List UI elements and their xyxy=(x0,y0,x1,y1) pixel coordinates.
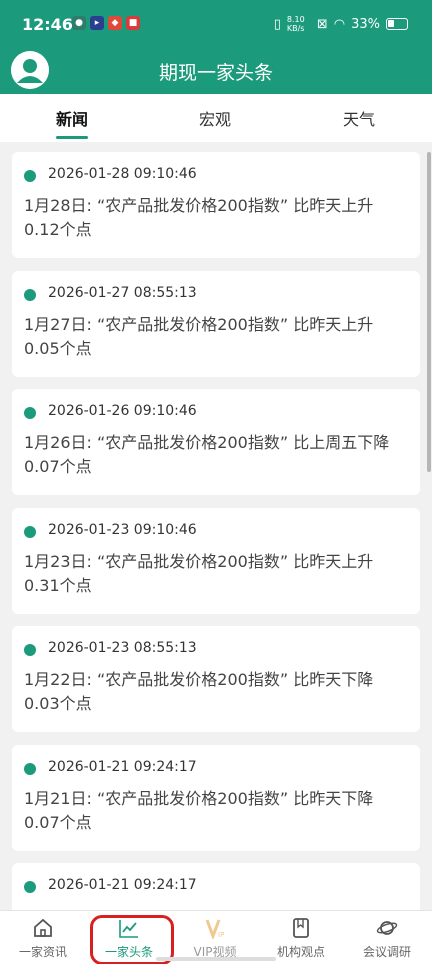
net-speed: 8.10 KB/s xyxy=(286,15,305,33)
news-text: 1月23日: “农产品批发价格200指数” 比昨天上升0.31个点 xyxy=(24,552,374,595)
news-card[interactable]: 2026-01-28 09:10:46 1月28日: “农产品批发价格200指数… xyxy=(12,152,420,258)
status-bar: 12:46 ● ▸ ◆ ■ ▯ 8.10 KB/s ⊠ ◠ 33% xyxy=(0,0,432,48)
news-card[interactable]: 2026-01-21 09:24:17 1月21日: “农产品批发价格200指数… xyxy=(12,745,420,851)
bullet-dot xyxy=(24,170,36,182)
news-time: 2026-01-23 09:10:46 xyxy=(48,522,197,538)
sim-icon: ⊠ xyxy=(316,16,328,32)
home-icon xyxy=(34,918,52,937)
bullet-dot xyxy=(24,881,36,893)
nav-label: 一家资讯 xyxy=(18,945,67,959)
news-time: 2026-01-21 09:24:17 xyxy=(48,759,197,775)
bullet-dot xyxy=(24,526,36,538)
home-indicator xyxy=(156,957,276,961)
planet-icon xyxy=(376,921,398,935)
app-icon-3: ◆ xyxy=(108,16,122,30)
nav-item-news[interactable]: 一家资讯 xyxy=(0,911,86,964)
app-bar: 期现一家头条 xyxy=(0,48,432,94)
news-time: 2026-01-21 09:24:17 xyxy=(48,877,197,893)
vip-icon: IP xyxy=(205,919,224,939)
app-icon-2: ▸ xyxy=(90,16,104,30)
news-time: 2026-01-28 09:10:46 xyxy=(48,166,197,182)
news-time: 2026-01-23 08:55:13 xyxy=(48,640,197,656)
nav-label: 会议调研 xyxy=(362,945,411,959)
bottom-nav: 一家资讯 一家头条 IP VIP视频 机构观点 会议调研 xyxy=(0,910,432,964)
tab-weather[interactable]: 天气 xyxy=(343,106,375,130)
nav-item-meetings[interactable]: 会议调研 xyxy=(344,911,430,964)
active-tab-indicator xyxy=(56,136,88,139)
news-feed[interactable]: 2026-01-28 09:10:46 1月28日: “农产品批发价格200指数… xyxy=(0,142,432,910)
svg-text:IP: IP xyxy=(218,931,224,939)
news-text: 1月28日: “农产品批发价格200指数” 比昨天上升0.12个点 xyxy=(24,196,374,239)
news-card[interactable]: 2026-01-26 09:10:46 1月26日: “农产品批发价格200指数… xyxy=(12,389,420,495)
bullet-dot xyxy=(24,407,36,419)
status-right: ▯ 8.10 KB/s ⊠ ◠ 33% xyxy=(274,15,408,33)
bullet-dot xyxy=(24,763,36,775)
news-text: 1月26日: “农产品批发价格200指数” 比上周五下降0.07个点 xyxy=(24,433,390,476)
battery-icon xyxy=(386,18,408,30)
bullet-dot xyxy=(24,644,36,656)
page-title: 期现一家头条 xyxy=(158,62,273,84)
app-icon-4: ■ xyxy=(126,16,140,30)
tab-news[interactable]: 新闻 xyxy=(56,106,88,130)
news-card[interactable]: 2026-01-21 09:24:17 xyxy=(12,863,420,910)
news-card[interactable]: 2026-01-23 08:55:13 1月22日: “农产品批发价格200指数… xyxy=(12,626,420,732)
news-card[interactable]: 2026-01-23 09:10:46 1月23日: “农产品批发价格200指数… xyxy=(12,508,420,614)
tab-bar: 新闻 宏观 天气 xyxy=(0,94,432,142)
bullet-dot xyxy=(24,289,36,301)
news-time: 2026-01-27 08:55:13 xyxy=(48,285,197,301)
vibrate-icon: ▯ xyxy=(273,16,281,32)
app-icon-1: ● xyxy=(72,16,86,30)
scrollbar[interactable] xyxy=(427,152,431,472)
news-text: 1月22日: “农产品批发价格200指数” 比昨天下降0.03个点 xyxy=(24,670,374,713)
battery-percent: 33% xyxy=(351,16,380,32)
news-time: 2026-01-26 09:10:46 xyxy=(48,403,197,419)
news-card[interactable]: 2026-01-27 08:55:13 1月27日: “农产品批发价格200指数… xyxy=(12,271,420,377)
news-text: 1月21日: “农产品批发价格200指数” 比昨天下降0.07个点 xyxy=(24,789,374,832)
wifi-icon: ◠ xyxy=(333,16,346,32)
tab-macro[interactable]: 宏观 xyxy=(199,106,231,130)
book-icon xyxy=(293,918,309,938)
news-text: 1月27日: “农产品批发价格200指数” 比昨天上升0.05个点 xyxy=(24,315,374,358)
status-time: 12:46 xyxy=(22,15,73,34)
